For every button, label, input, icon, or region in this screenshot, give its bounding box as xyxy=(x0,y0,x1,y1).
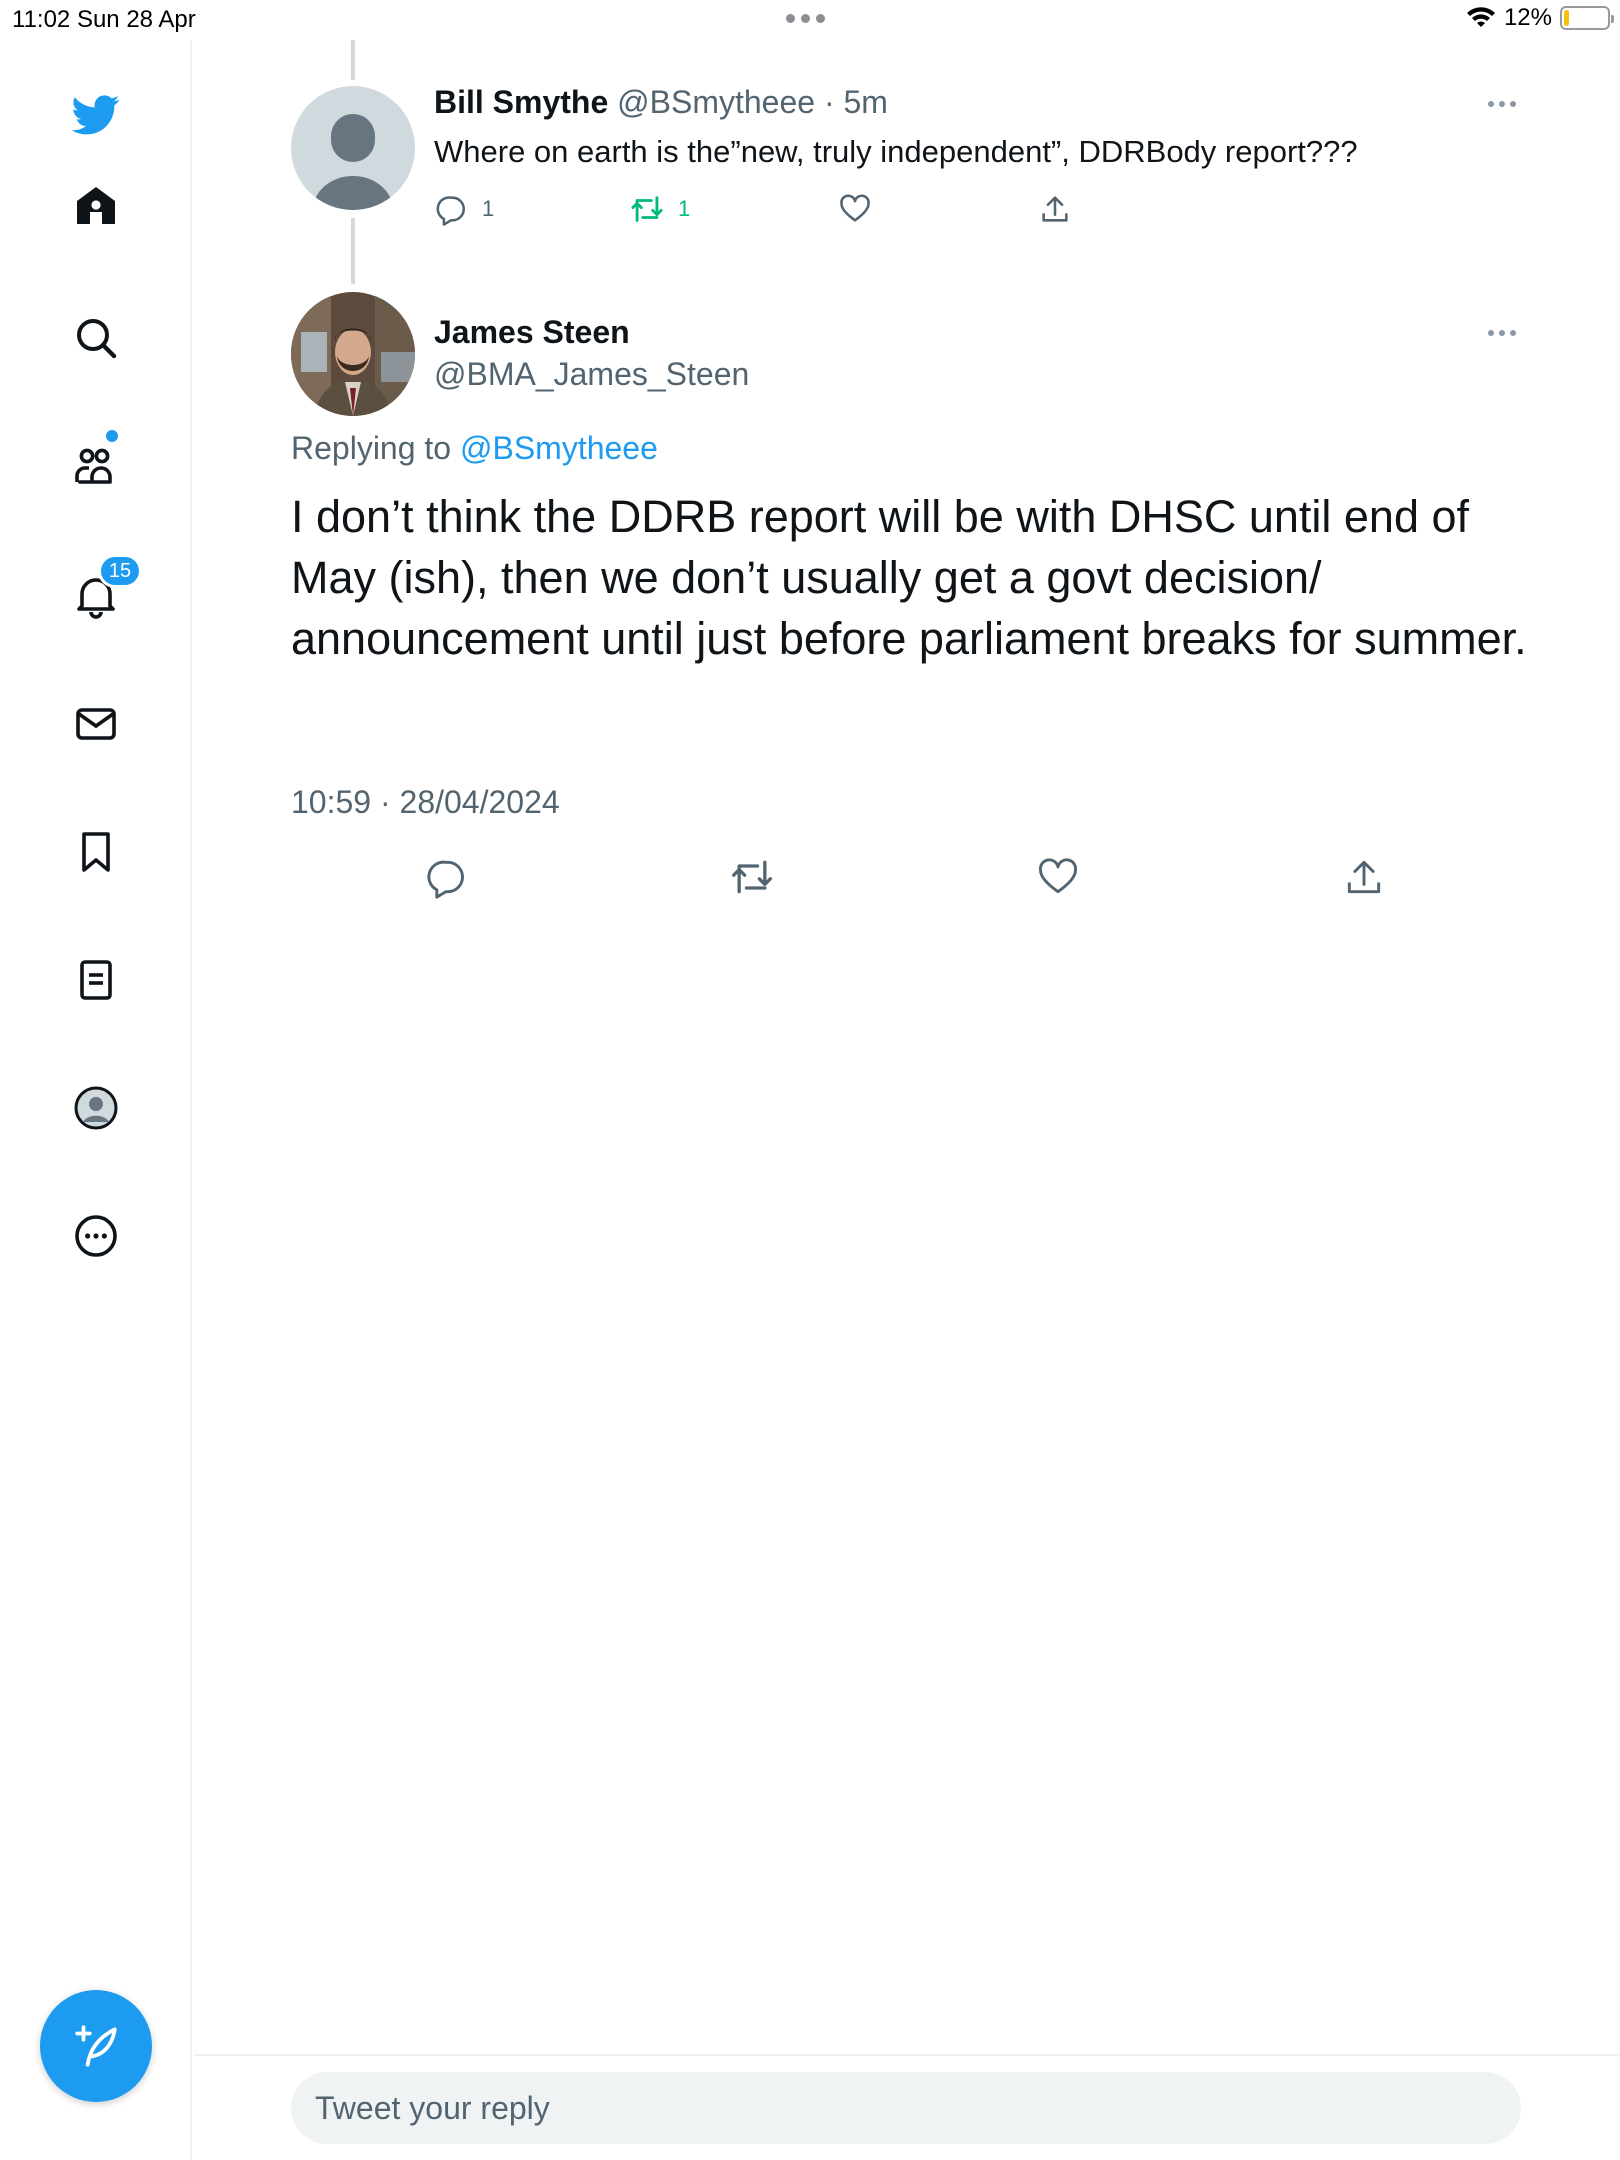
parent-tweet-header: Bill Smythe @BSmytheee · 5m xyxy=(434,84,888,120)
sidebar-nav: 15 xyxy=(0,40,192,2160)
retweet-icon xyxy=(631,196,663,222)
reply-icon xyxy=(436,196,465,226)
main-author-name[interactable]: James Steen xyxy=(434,314,630,351)
thread-line-top xyxy=(351,40,355,80)
avatar-bill-smythe[interactable] xyxy=(291,86,415,210)
replying-to-handle-link[interactable]: @BSmytheee xyxy=(460,430,658,466)
parent-more-button[interactable] xyxy=(1488,101,1516,107)
parent-reply-count: 1 xyxy=(482,196,495,221)
status-bar: 11:02 Sun 28 Apr 12% xyxy=(0,0,1620,40)
heart-icon xyxy=(840,194,870,222)
reply-icon xyxy=(427,860,464,899)
main-tweet-text: I don’t think the DDRB report will be wi… xyxy=(291,491,1527,664)
bookmarks-icon[interactable] xyxy=(68,824,124,880)
heart-icon xyxy=(1038,858,1078,894)
status-time-date: 11:02 Sun 28 Apr xyxy=(12,6,196,33)
lists-icon[interactable] xyxy=(68,952,124,1008)
parent-tweet-text: Where on earth is the”new, truly indepen… xyxy=(434,134,1358,169)
share-icon xyxy=(1042,196,1068,222)
parent-tweet-actions: 1 1 xyxy=(434,192,1094,232)
profile-icon[interactable] xyxy=(68,1080,124,1136)
notifications-badge: 15 xyxy=(98,554,142,588)
status-right: 12% xyxy=(1466,4,1614,32)
compose-tweet-button[interactable] xyxy=(40,1990,152,2102)
multitasking-dots[interactable] xyxy=(786,14,825,23)
parent-share-button[interactable] xyxy=(1038,192,1072,226)
main-tweet-actions xyxy=(291,852,1421,902)
thread-line-connector xyxy=(351,218,355,284)
share-icon xyxy=(1347,860,1381,894)
avatar-james-steen[interactable] xyxy=(291,292,415,416)
parent-like-button[interactable] xyxy=(838,192,872,226)
main-tweet-timestamp[interactable]: 10:59 · 28/04/2024 xyxy=(291,784,560,821)
wifi-icon xyxy=(1466,7,1495,27)
parent-reply-button[interactable]: 1 xyxy=(434,192,494,226)
main-like-button[interactable] xyxy=(1033,852,1083,902)
communities-icon[interactable] xyxy=(68,438,124,494)
messages-icon[interactable] xyxy=(68,696,124,752)
replying-to-label: Replying to xyxy=(291,430,452,466)
battery-percent: 12% xyxy=(1503,4,1552,31)
home-icon[interactable] xyxy=(68,178,124,234)
main-reply-button[interactable] xyxy=(421,852,471,902)
reply-input[interactable] xyxy=(291,2072,1521,2144)
more-icon[interactable] xyxy=(68,1208,124,1264)
twitter-logo-icon[interactable] xyxy=(68,86,124,142)
main-more-button[interactable] xyxy=(1488,330,1516,336)
feather-plus-icon xyxy=(75,2025,117,2067)
retweet-icon xyxy=(732,860,772,894)
main-retweet-button[interactable] xyxy=(727,852,777,902)
main-author-handle[interactable]: @BMA_James_Steen xyxy=(434,356,749,393)
parent-retweet-button[interactable]: 1 xyxy=(630,192,690,226)
parent-author-name[interactable]: Bill Smythe xyxy=(434,84,608,120)
parent-author-handle[interactable]: @BSmytheee xyxy=(617,84,815,120)
parent-retweet-count: 1 xyxy=(678,196,691,221)
search-icon[interactable] xyxy=(68,310,124,366)
reply-divider xyxy=(194,2054,1620,2056)
battery-icon xyxy=(1560,6,1614,30)
parent-time-ago[interactable]: 5m xyxy=(844,84,888,120)
replying-to: Replying to @BSmytheee xyxy=(291,430,658,467)
communities-dot xyxy=(106,430,118,442)
main-share-button[interactable] xyxy=(1339,852,1389,902)
